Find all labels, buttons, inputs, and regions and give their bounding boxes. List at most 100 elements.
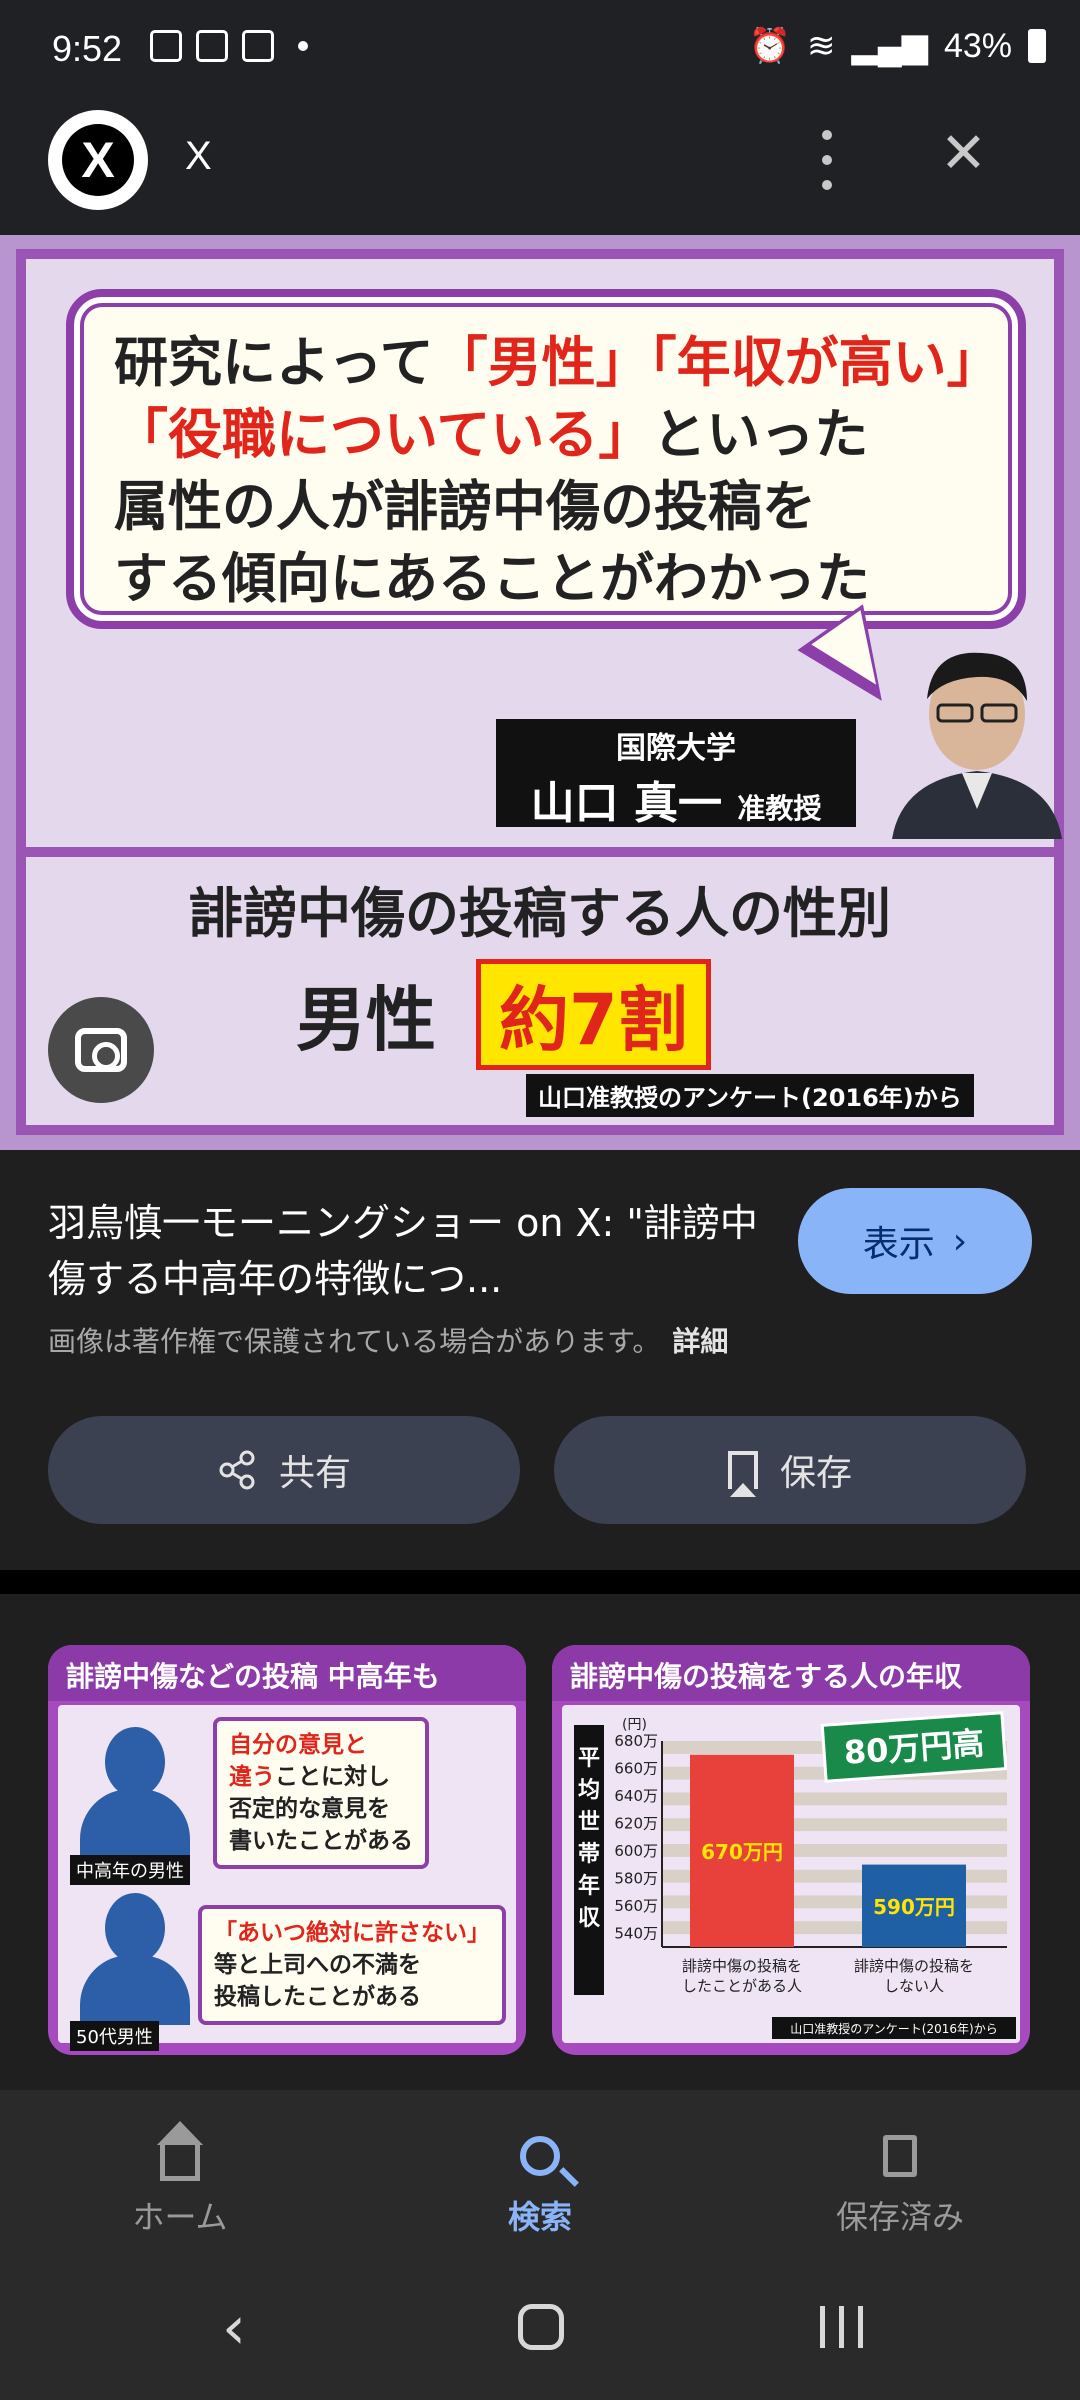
share-icon: [219, 1450, 255, 1490]
ylabel-char: 収: [578, 1906, 601, 1931]
saved-icon: [883, 2135, 917, 2177]
gallery-notification-icon: [150, 30, 182, 62]
nav-search[interactable]: 検索: [390, 2120, 690, 2238]
section-separator: [0, 1570, 1080, 1594]
bar-value-label: 670万円: [701, 1840, 783, 1864]
camera-lens-icon: [75, 1028, 127, 1072]
y-tick-label: 540万: [614, 1924, 658, 1942]
person-tag: 50代男性: [70, 2021, 159, 2051]
note-bubble: 「あいつ絶対に許さない」 等と上司への不満を 投稿したことがある: [198, 1905, 506, 2025]
app-notification-icon: [196, 30, 228, 62]
source-logo[interactable]: X: [48, 110, 148, 210]
y-tick-label: 580万: [614, 1869, 658, 1887]
home-button-icon[interactable]: [518, 2304, 564, 2350]
nav-home[interactable]: ホーム: [30, 2120, 330, 2238]
x-logo-icon: X: [62, 124, 134, 196]
y-tick-label: 640万: [614, 1787, 658, 1805]
image-source: 山口准教授のアンケート(2016年)から: [526, 1074, 974, 1117]
quote-line-1: 研究によって「男性」「年収が高い」: [114, 331, 1001, 394]
wifi-icon: ≋: [807, 27, 836, 65]
note-bubble: 自分の意見と 違うことに対し 否定的な意見を 書いたことがある: [213, 1717, 429, 1869]
bottom-navigation: ホーム 検索 保存済み: [0, 2090, 1080, 2260]
save-label: 保存: [779, 1453, 852, 1494]
system-status: ⏰ ≋ ▂▄▆ 43%: [749, 26, 1046, 66]
speaker-portrait: [892, 652, 1062, 839]
share-button[interactable]: 共有: [48, 1416, 520, 1524]
ylabel-char: 平: [578, 1746, 600, 1771]
view-button-label: 表示: [862, 1224, 935, 1265]
result-title[interactable]: 羽鳥慎一モーニングショー on X: "誹謗中傷する中高年の特徴につ...: [48, 1195, 768, 1307]
ylabel-char: 世: [578, 1810, 600, 1835]
alarm-icon: ⏰: [748, 27, 792, 65]
name-plate: 国際大学 山口 真一 准教授: [496, 719, 856, 829]
signal-icon: ▂▄▆: [851, 27, 928, 65]
battery-icon: [1028, 29, 1046, 63]
viewer-header: X X ✕: [0, 100, 1080, 235]
quote-line-4: する傾向にあることがわかった: [114, 547, 870, 610]
checkbox-notification-icon: [242, 30, 274, 62]
quote-bubble: 研究によって「男性」「年収が高い」 「役職についている」といった 属性の人が誹謗…: [66, 289, 1026, 629]
category-label: 誹謗中傷の投稿を: [854, 1957, 974, 1975]
image-frame: 研究によって「男性」「年収が高い」 「役職についている」といった 属性の人が誹謗…: [16, 249, 1064, 1135]
nav-home-label: ホーム: [132, 2198, 228, 2236]
notification-icons: [150, 30, 308, 62]
stat-label: 男性: [296, 979, 436, 1061]
y-tick-label: 660万: [614, 1759, 658, 1777]
y-tick-label: 680万: [614, 1732, 658, 1750]
battery-level: 43%: [943, 26, 1012, 65]
y-tick-label: 600万: [614, 1842, 658, 1860]
subtitle: 誹謗中傷の投稿する人の性別: [189, 882, 891, 945]
nav-saved[interactable]: 保存済み: [750, 2120, 1050, 2238]
related-image-1[interactable]: 誹謗中傷などの投稿 中高年も 中高年の男性 自分の意見と 違うことに対し 否定的…: [48, 1645, 526, 2055]
recent-apps-icon[interactable]: [820, 2306, 863, 2348]
y-unit: (円): [622, 1717, 647, 1733]
more-notifications-icon: [298, 41, 308, 51]
thumb-body: 中高年の男性 自分の意見と 違うことに対し 否定的な意見を 書いたことがある 5…: [58, 1705, 516, 2051]
thumb-heading: 誹謗中傷などの投稿 中高年も: [48, 1645, 526, 1701]
y-tick-label: 620万: [614, 1814, 658, 1832]
chart-source: 山口准教授のアンケート(2016年)から: [790, 2021, 997, 2036]
details-link[interactable]: 詳細: [672, 1325, 728, 1358]
thumb-heading: 誹謗中傷の投稿をする人の年収: [552, 1645, 1030, 1701]
stat-value: 約7割: [476, 959, 711, 1070]
main-image[interactable]: 研究によって「男性」「年収が高い」 「役職についている」といった 属性の人が誹謗…: [0, 235, 1080, 1150]
source-title: X: [185, 134, 212, 178]
back-icon[interactable]: ‹: [222, 2298, 246, 2358]
stat-row: 男性 約7割: [296, 959, 711, 1070]
nav-saved-label: 保存済み: [835, 2198, 964, 2236]
person-tag: 中高年の男性: [70, 1855, 190, 1885]
y-tick-label: 560万: [614, 1897, 658, 1915]
category-label-line2: しない人: [884, 1977, 944, 1995]
ylabel-char: 年: [578, 1873, 600, 1899]
status-time: 9:52: [52, 28, 123, 69]
speaker-name: 山口 真一 准教授: [530, 778, 822, 829]
system-navigation: ‹: [0, 2260, 1080, 2400]
chevron-right-icon: ›: [952, 1220, 968, 1262]
category-label: 誹謗中傷の投稿を: [682, 1957, 802, 1975]
status-bar: 9:52 ⏰ ≋ ▂▄▆ 43%: [0, 0, 1080, 100]
quote-line-3: 属性の人が誹謗中傷の投稿を: [114, 475, 816, 538]
bookmark-icon: [727, 1451, 758, 1497]
lens-button[interactable]: [48, 997, 154, 1103]
category-label-line2: したことがある人: [682, 1977, 802, 1995]
quote-line-2: 「役職についている」といった: [114, 403, 869, 466]
save-button[interactable]: 保存: [554, 1416, 1026, 1524]
section-divider: [26, 847, 1054, 857]
view-button[interactable]: 表示 ›: [798, 1188, 1032, 1294]
search-icon: [520, 2136, 560, 2176]
thumb-body: 平均世帯年収 (円) 680万 660万 640万 620万 600万 580万 560万 540…: [562, 1705, 1020, 2043]
more-options-icon[interactable]: [812, 130, 842, 190]
bar-value-label: 590万円: [873, 1895, 955, 1919]
home-icon: [157, 2121, 203, 2181]
close-icon[interactable]: ✕: [940, 126, 987, 182]
share-label: 共有: [278, 1453, 351, 1494]
income-bar-chart: 平均世帯年収 (円)680万 660万 640万 620万 600万 580万 560万 540…: [574, 1711, 1016, 2039]
nav-search-label: 検索: [507, 2198, 572, 2236]
ylabel-char: 均: [578, 1777, 600, 1803]
ylabel-char: 帯: [578, 1841, 600, 1867]
person-icon: 中高年の男性: [70, 1727, 200, 1885]
person-icon: 50代男性: [70, 1893, 200, 2051]
university: 国際大学: [616, 731, 736, 766]
copyright-notice: 画像は著作権で保護されている場合があります。 詳細: [48, 1325, 729, 1358]
related-image-2[interactable]: 誹謗中傷の投稿をする人の年収 平均世帯年収 (円) 680万 660万 640万 620万…: [552, 1645, 1030, 2055]
